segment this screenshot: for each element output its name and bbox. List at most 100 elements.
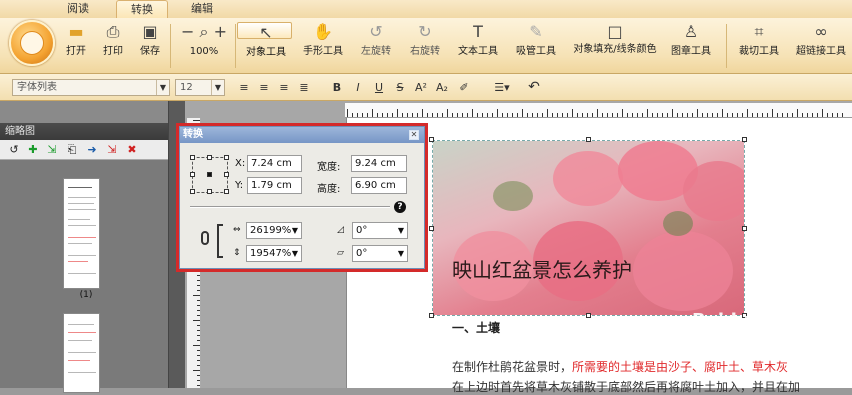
object-tool-button[interactable]: ↖ 对象工具: [237, 22, 292, 58]
add-page-icon[interactable]: ✚: [27, 143, 39, 156]
tab-read[interactable]: 阅读: [56, 0, 100, 18]
reference-point-selector[interactable]: [190, 155, 229, 194]
selection-handle[interactable]: [742, 137, 747, 142]
text-tool-button[interactable]: T 文本工具: [452, 22, 504, 70]
stamp-tool-button[interactable]: ♙ 图章工具: [664, 22, 718, 70]
ruler-tick: [747, 109, 748, 117]
close-icon[interactable]: ✕: [409, 130, 419, 140]
italic-button[interactable]: I: [350, 79, 366, 96]
hyperlink-tool-button[interactable]: ∞ 超链接工具: [792, 22, 850, 70]
scale-horizontal-select[interactable]: 26199% ▼: [246, 222, 302, 239]
tab-edit[interactable]: 编辑: [180, 0, 224, 18]
undo-icon[interactable]: ↶: [526, 79, 542, 96]
zoom-out-button[interactable]: −: [181, 22, 194, 41]
floppy-icon: ▣: [142, 22, 158, 41]
link-proportions-icon[interactable]: [201, 231, 209, 245]
help-icon[interactable]: ?: [394, 201, 406, 213]
font-family-select[interactable]: 字体列表 ▼: [12, 79, 170, 96]
ruler-tick: [502, 113, 503, 117]
ruler-tick: [467, 113, 468, 117]
ruler-tick: [362, 113, 363, 117]
selection-handle[interactable]: [429, 137, 434, 142]
flower-image[interactable]: [432, 140, 745, 316]
font-size-select[interactable]: 12 ▼: [175, 79, 225, 96]
insert-page-icon[interactable]: ⇲: [46, 143, 58, 156]
ruler-tick: [632, 113, 633, 117]
skew-select[interactable]: 0° ▼: [352, 245, 408, 262]
chevron-down-icon: ▼: [211, 80, 224, 95]
height-field[interactable]: 6.90 cm: [351, 177, 407, 194]
y-field[interactable]: 1.79 cm: [247, 177, 302, 194]
ruler-tick: [193, 320, 200, 321]
ruler-tick: [792, 113, 793, 117]
ruler-tick: [637, 113, 638, 117]
ruler-tick: [507, 113, 508, 117]
rotate-left-button[interactable]: ↺ 左旋转: [353, 22, 399, 70]
subscript-button[interactable]: A₂: [434, 79, 450, 96]
print-button[interactable]: ⎙ 打印: [97, 22, 129, 70]
strikethrough-button[interactable]: S: [392, 79, 408, 96]
close-icon[interactable]: ✖: [126, 143, 138, 156]
eyedropper-icon: ✎: [529, 22, 543, 41]
ruler-tick: [197, 325, 200, 326]
export-page-icon[interactable]: ➜: [86, 143, 98, 156]
align-left-button[interactable]: ≡: [236, 79, 252, 96]
ruler-tick: [727, 113, 728, 117]
align-center-button[interactable]: ≡: [256, 79, 272, 96]
delete-page-icon[interactable]: ⇲: [106, 143, 118, 156]
extract-page-icon[interactable]: ⎗: [66, 143, 78, 156]
line-spacing-button[interactable]: ☰▾: [488, 79, 516, 96]
scale-vertical-select[interactable]: 19547% ▼: [246, 245, 302, 262]
justify-button[interactable]: ≣: [296, 79, 312, 96]
crop-tool-button[interactable]: ⌗ 裁切工具: [733, 22, 785, 70]
y-label: Y:: [235, 180, 244, 191]
ruler-tick: [627, 113, 628, 117]
rotation-select[interactable]: 0° ▼: [352, 222, 408, 239]
toolbar-separator: [726, 24, 727, 68]
thumbnail-panel-title: 缩略图: [0, 123, 168, 140]
selection-handle[interactable]: [429, 226, 434, 231]
ruler-tick: [193, 370, 200, 371]
ruler-tick: [487, 113, 488, 117]
superscript-button[interactable]: A²: [413, 79, 429, 96]
ruler-tick: [197, 360, 200, 361]
eyedropper-tool-button[interactable]: ✎ 吸管工具: [509, 22, 563, 70]
watermark: Baidu经验: [692, 310, 786, 331]
underline-button[interactable]: U: [371, 79, 387, 96]
selection-handle[interactable]: [586, 313, 591, 318]
fill-stroke-color-button[interactable]: □ 对象填充/线条颜色: [572, 22, 658, 70]
zoom-in-button[interactable]: +: [214, 22, 227, 41]
ruler-tick: [687, 113, 688, 117]
dialog-title: 转换 ✕: [180, 127, 424, 143]
ruler-tick: [197, 375, 200, 376]
ruler-tick: [372, 109, 373, 117]
align-right-button[interactable]: ≡: [276, 79, 292, 96]
hand-tool-button[interactable]: ✋ 手形工具: [297, 22, 349, 70]
ruler-tick: [197, 365, 200, 366]
ruler-tick: [402, 113, 403, 117]
printer-icon: ⎙: [106, 22, 120, 41]
rotate-icon[interactable]: ↺: [8, 143, 20, 156]
ruler-tick: [407, 113, 408, 117]
ruler-tick: [757, 113, 758, 117]
selection-handle[interactable]: [586, 137, 591, 142]
rotate-right-button[interactable]: ↻ 右旋转: [402, 22, 448, 70]
width-field[interactable]: 9.24 cm: [351, 155, 407, 172]
selection-handle[interactable]: [742, 226, 747, 231]
ruler-tick: [197, 305, 200, 306]
bold-button[interactable]: B: [329, 79, 345, 96]
save-button[interactable]: ▣ 保存: [134, 22, 166, 70]
section-heading: 一、土壤: [452, 321, 501, 335]
zoom-level[interactable]: 100%: [174, 46, 234, 57]
selection-handle[interactable]: [429, 313, 434, 318]
x-label: X:: [235, 158, 246, 169]
tab-convert[interactable]: 转换: [116, 0, 168, 18]
highlight-icon[interactable]: ✐: [456, 79, 472, 96]
page-thumbnail[interactable]: [63, 313, 100, 393]
open-button[interactable]: ▬ 打开: [60, 22, 92, 70]
app-logo[interactable]: [9, 20, 55, 66]
page-thumbnail[interactable]: [63, 178, 100, 289]
chevron-down-icon: ▼: [291, 249, 298, 258]
x-field[interactable]: 7.24 cm: [247, 155, 302, 172]
ruler-tick: [417, 113, 418, 117]
